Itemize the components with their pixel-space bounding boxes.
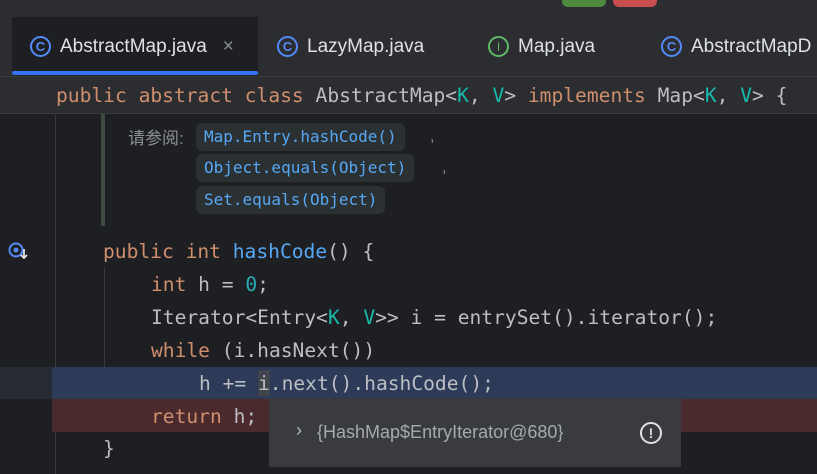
code-line[interactable]: while (i.hasNext()) xyxy=(151,334,375,367)
tab-label: AbstractMapD xyxy=(691,35,812,57)
close-icon[interactable]: × xyxy=(223,36,234,58)
editor-tab-bar: C AbstractMap.java × C LazyMap.java I Ma… xyxy=(0,17,817,76)
code-line-current[interactable]: h += i.next().hashCode(); xyxy=(199,367,494,400)
debugger-value: {HashMap$EntryIterator@680} xyxy=(317,422,564,442)
tab-lazymap[interactable]: C LazyMap.java xyxy=(277,17,424,76)
window-top-strip xyxy=(0,0,817,17)
warning-icon[interactable]: ! xyxy=(640,422,662,444)
class-icon: C xyxy=(277,36,298,57)
execution-point-gutter xyxy=(0,367,52,399)
javadoc-link[interactable]: Map.Entry.hashCode() xyxy=(196,123,405,151)
javadoc-comma: , xyxy=(430,128,435,145)
javadoc-see-label: 请参阅: xyxy=(128,129,184,148)
overrides-method-icon[interactable] xyxy=(8,241,30,263)
tab-label: Map.java xyxy=(518,35,596,57)
debugger-value-popup[interactable]: › {HashMap$EntryIterator@680} ! xyxy=(269,398,681,467)
class-icon: C xyxy=(30,36,51,57)
stop-button[interactable] xyxy=(613,0,657,7)
class-icon: C xyxy=(661,36,682,57)
expand-chevron-icon[interactable]: › xyxy=(296,420,302,441)
code-line[interactable]: int h = 0; xyxy=(151,268,269,301)
sticky-class-header[interactable]: public abstract class AbstractMap<K, V> … xyxy=(0,77,817,114)
active-tab-indicator xyxy=(12,71,258,75)
code-line[interactable]: Iterator<Entry<K, V>> i = entrySet().ite… xyxy=(151,301,717,334)
sticky-header-line: public abstract class AbstractMap<K, V> … xyxy=(56,84,788,107)
tab-abstractmapd[interactable]: C AbstractMapD xyxy=(661,17,811,76)
tab-abstractmap[interactable]: C AbstractMap.java × xyxy=(12,17,258,76)
code-line[interactable]: public int hashCode() { xyxy=(103,235,374,268)
code-line[interactable]: } xyxy=(103,432,115,465)
javadoc-link[interactable]: Set.equals(Object) xyxy=(196,186,386,214)
tab-label: AbstractMap.java xyxy=(60,35,207,57)
code-line-breakpoint[interactable]: return h; xyxy=(151,400,257,433)
run-button[interactable] xyxy=(562,0,606,7)
javadoc-link[interactable]: Object.equals(Object) xyxy=(196,154,415,182)
tab-map[interactable]: I Map.java xyxy=(488,17,595,76)
javadoc-bar xyxy=(101,114,105,226)
javadoc-comma: , xyxy=(442,159,447,176)
interface-icon: I xyxy=(488,36,509,57)
tab-label: LazyMap.java xyxy=(307,35,425,57)
